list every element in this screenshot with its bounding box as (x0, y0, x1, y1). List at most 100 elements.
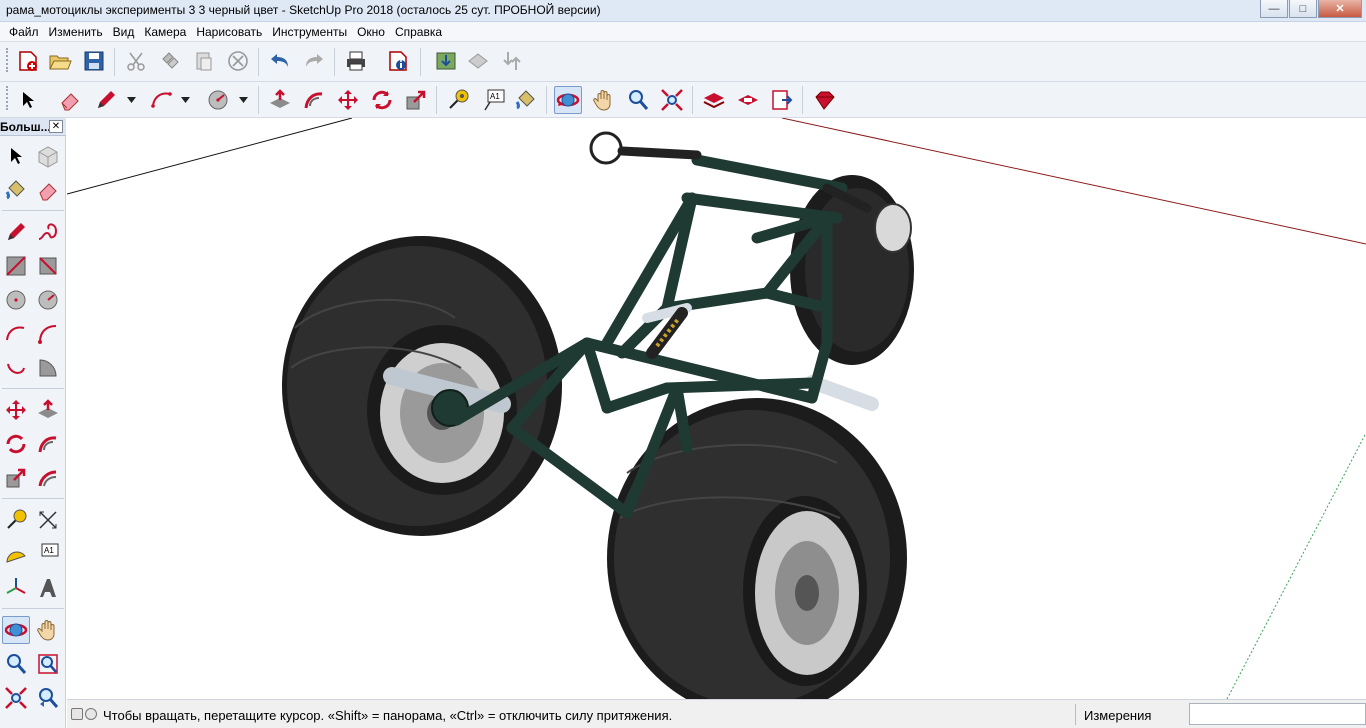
scale-icon[interactable] (2, 464, 30, 492)
status-divider (1075, 704, 1076, 725)
toolbar-separator (420, 48, 421, 76)
paste-icon[interactable] (190, 47, 218, 75)
cut-icon[interactable] (122, 47, 150, 75)
previous-view-icon[interactable] (34, 684, 62, 712)
axes-icon[interactable] (2, 574, 30, 602)
measurements-label: Измерения (1084, 708, 1152, 723)
geo-location-icon[interactable] (71, 708, 83, 720)
circle-icon[interactable] (2, 286, 30, 314)
zoom-window-icon[interactable] (34, 650, 62, 678)
text-icon[interactable]: A1 (34, 540, 62, 568)
credits-icon[interactable] (85, 708, 97, 720)
minimize-button[interactable]: — (1260, 0, 1288, 18)
pencil-icon[interactable] (2, 218, 30, 246)
pan-icon[interactable] (590, 86, 618, 114)
circle-dropdown-chevron-icon[interactable] (238, 86, 248, 114)
extension-icon[interactable] (498, 47, 526, 75)
orbit-icon[interactable] (2, 616, 30, 644)
three-point-arc-icon[interactable] (2, 354, 30, 382)
share-model-icon[interactable] (464, 47, 492, 75)
freehand-icon[interactable] (34, 218, 62, 246)
send-to-layout-icon[interactable] (768, 86, 796, 114)
component-icon[interactable] (34, 142, 62, 170)
scale-icon[interactable] (402, 86, 430, 114)
menu-window[interactable]: Окно (352, 25, 390, 39)
polygon-icon[interactable] (34, 286, 62, 314)
erase-icon[interactable] (224, 47, 252, 75)
paint-bucket-icon[interactable] (512, 86, 540, 114)
zoom-extents-icon[interactable] (2, 684, 30, 712)
pan-icon[interactable] (34, 616, 62, 644)
protractor-icon[interactable] (2, 540, 30, 568)
panel-close-button[interactable]: ✕ (49, 120, 63, 133)
open-folder-icon[interactable] (46, 47, 74, 75)
new-file-icon[interactable] (14, 47, 42, 75)
extension-warehouse-icon[interactable] (734, 86, 762, 114)
pencil-dropdown-chevron-icon[interactable] (126, 86, 136, 114)
measurements-input[interactable] (1189, 703, 1366, 725)
eraser-icon[interactable] (34, 176, 62, 204)
print-icon[interactable] (342, 47, 370, 75)
menu-tools[interactable]: Инструменты (267, 25, 352, 39)
orbit-icon[interactable] (554, 86, 582, 114)
tape-measure-icon[interactable] (2, 506, 30, 534)
warehouse-icon[interactable] (432, 47, 460, 75)
close-button[interactable]: ✕ (1318, 0, 1362, 18)
redo-icon[interactable] (300, 47, 328, 75)
move-icon[interactable] (334, 86, 362, 114)
select-icon[interactable] (14, 86, 42, 114)
zoom-icon[interactable] (624, 86, 652, 114)
menu-help[interactable]: Справка (390, 25, 447, 39)
push-pull-icon[interactable] (266, 86, 294, 114)
pencil-icon[interactable] (92, 86, 120, 114)
warehouse-get-icon[interactable] (700, 86, 728, 114)
arc-dropdown-chevron-icon[interactable] (180, 86, 190, 114)
copy-icon[interactable] (156, 47, 184, 75)
maximize-button[interactable]: □ (1289, 0, 1317, 18)
undo-icon[interactable] (266, 47, 294, 75)
rectangle-icon[interactable] (2, 252, 30, 280)
model-info-icon[interactable] (384, 47, 412, 75)
follow-me-icon[interactable] (300, 86, 328, 114)
two-point-arc-icon[interactable] (34, 320, 62, 348)
save-icon[interactable] (80, 47, 108, 75)
pie-icon[interactable] (34, 354, 62, 382)
menu-edit[interactable]: Изменить (44, 25, 108, 39)
large-tool-set-panel: Больш... ✕ A1 (0, 118, 66, 728)
follow-me-icon[interactable] (34, 430, 62, 458)
green-axis-line (1226, 432, 1366, 699)
zoom-icon[interactable] (2, 650, 30, 678)
arc-icon[interactable] (2, 320, 30, 348)
eraser-icon[interactable] (56, 86, 84, 114)
tape-measure-icon[interactable] (444, 86, 472, 114)
shock-absorber (642, 303, 692, 359)
toolbar-grip[interactable] (6, 48, 9, 72)
toolbar-separator (258, 86, 259, 114)
zoom-extents-icon[interactable] (658, 86, 686, 114)
paint-bucket-icon[interactable] (2, 176, 30, 204)
dimension-icon[interactable] (34, 506, 62, 534)
rotated-rectangle-icon[interactable] (34, 252, 62, 280)
rotate-icon[interactable] (368, 86, 396, 114)
panel-header: Больш... ✕ (0, 118, 66, 136)
ruby-icon[interactable] (810, 86, 838, 114)
push-pull-icon[interactable] (34, 396, 62, 424)
menu-draw[interactable]: Нарисовать (191, 25, 267, 39)
menu-camera[interactable]: Камера (139, 25, 191, 39)
text-icon[interactable]: A1 (480, 86, 508, 114)
window-title: рама_мотоциклы эксперименты 3 3 черный ц… (6, 3, 601, 17)
arc-icon[interactable] (148, 86, 176, 114)
move-icon[interactable] (2, 396, 30, 424)
main-toolbar: A1 (0, 82, 1366, 118)
toolbar-grip[interactable] (6, 86, 9, 110)
menu-view[interactable]: Вид (108, 25, 140, 39)
drawing-viewport[interactable] (67, 118, 1366, 699)
circle-icon[interactable] (204, 86, 232, 114)
offset-icon[interactable] (34, 464, 62, 492)
menu-file[interactable]: Файл (4, 25, 44, 39)
3d-text-icon[interactable] (34, 574, 62, 602)
select-icon[interactable] (2, 142, 30, 170)
rotate-icon[interactable] (2, 430, 30, 458)
svg-text:A1: A1 (490, 92, 500, 101)
panel-title: Больш... (0, 120, 51, 134)
